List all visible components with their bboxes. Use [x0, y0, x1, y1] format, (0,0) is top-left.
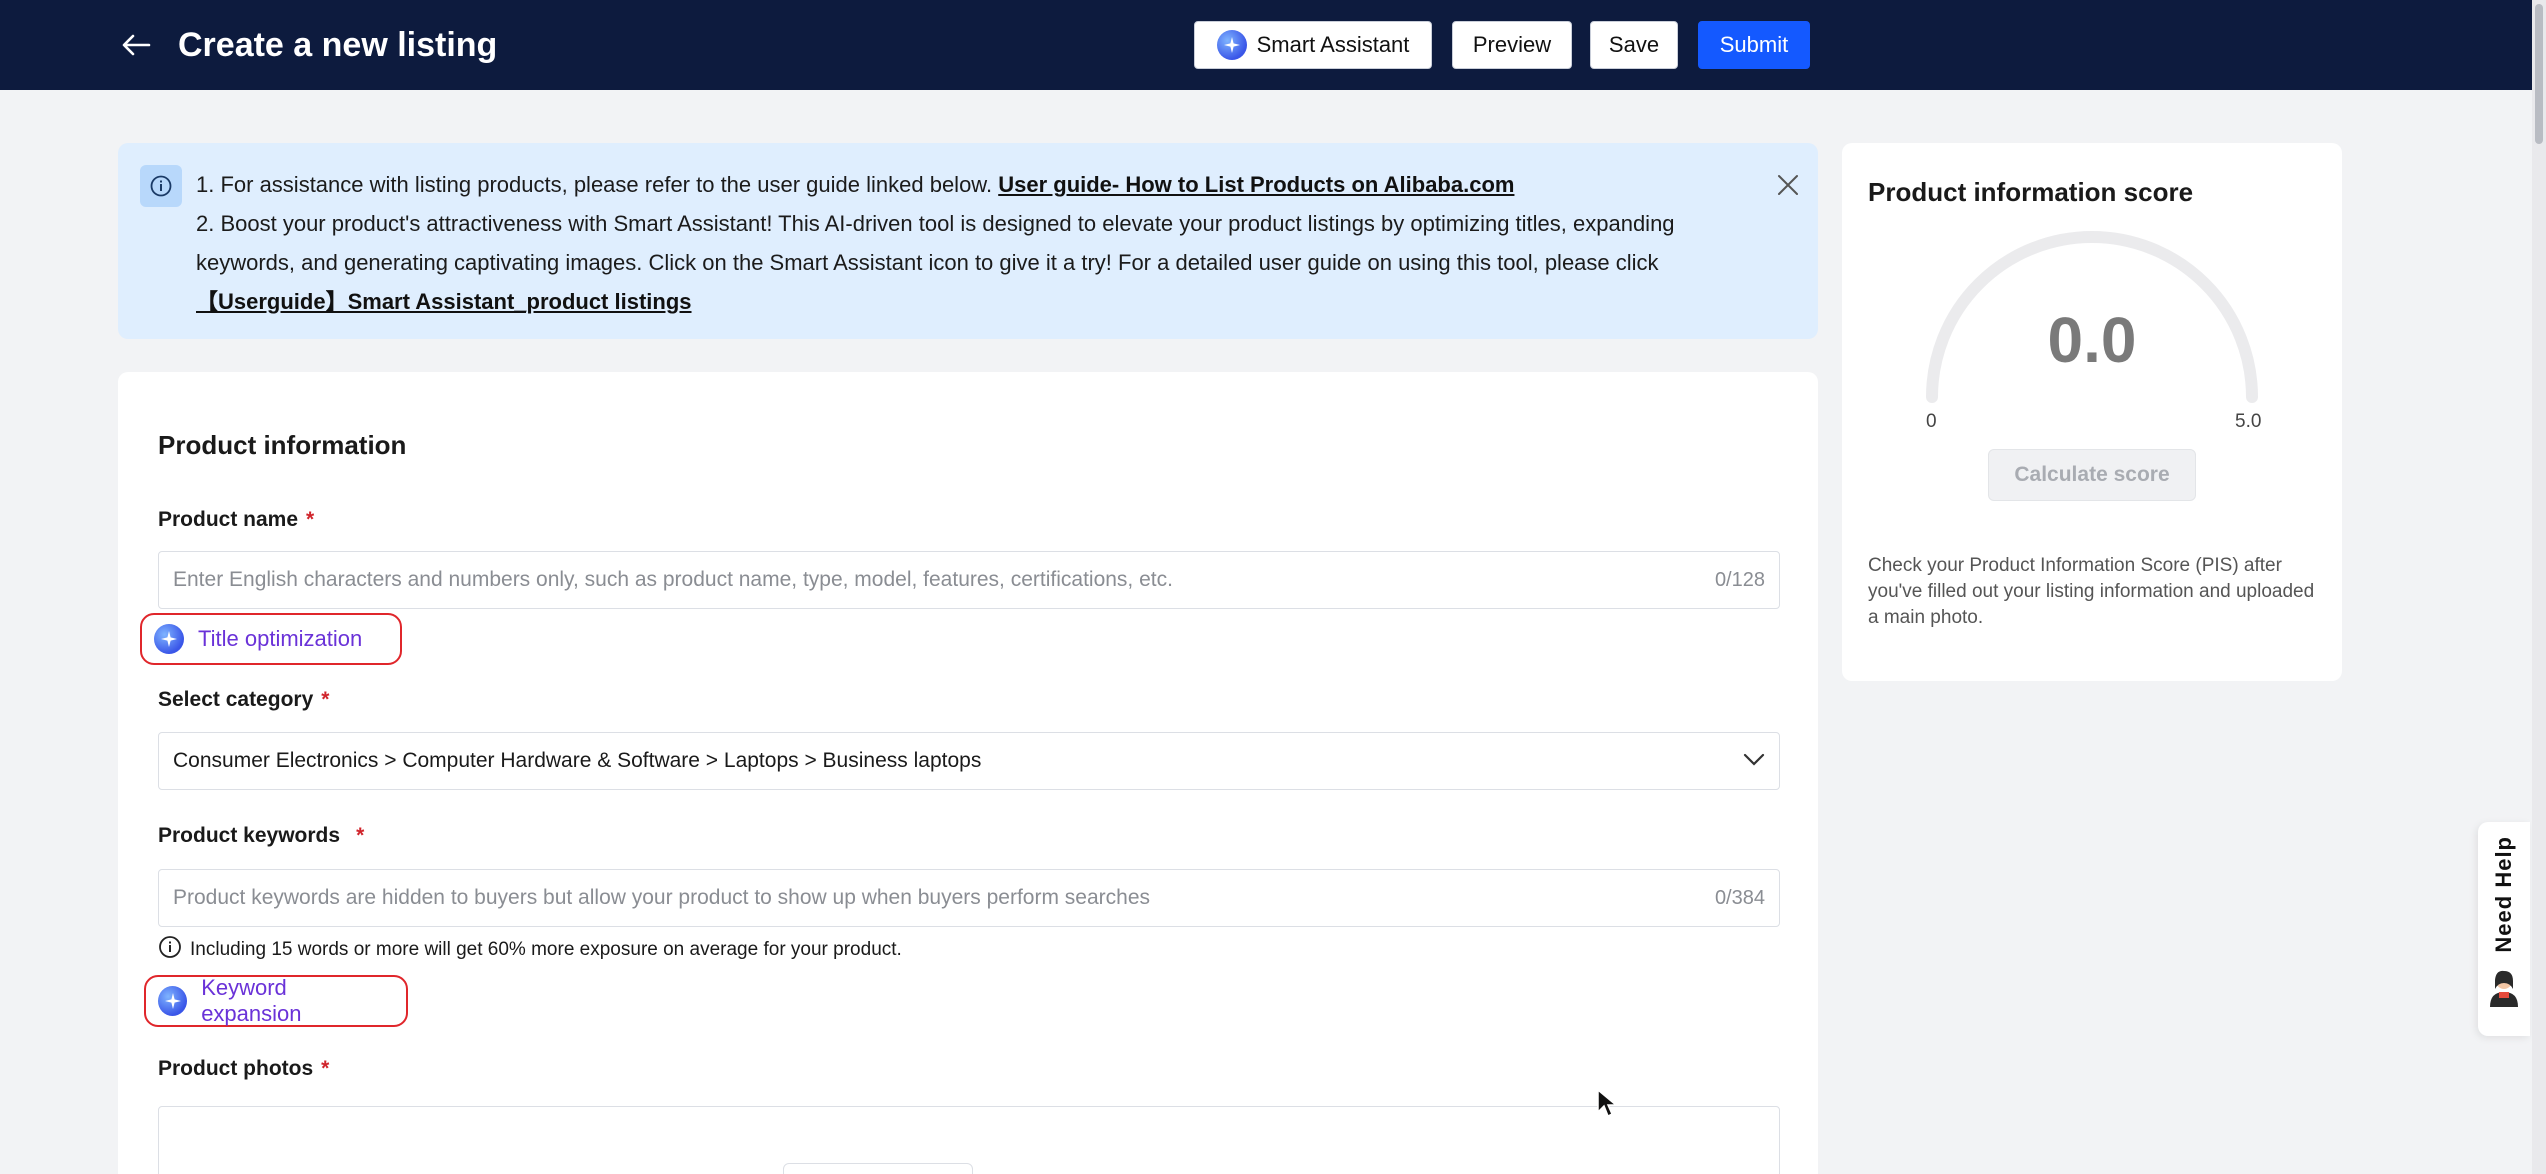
- banner-line-1: 1. For assistance with listing products,…: [196, 172, 999, 197]
- photos-label: Product photos *: [158, 1057, 329, 1081]
- smart-assistant-label: Smart Assistant: [1256, 32, 1410, 57]
- close-icon[interactable]: [1770, 167, 1806, 203]
- product-name-label: Product name *: [158, 508, 314, 532]
- score-title: Product information score: [1868, 177, 2194, 207]
- required-mark: *: [321, 688, 330, 711]
- top-bar: Create a new listing Smart Assistant Pre…: [0, 0, 2546, 90]
- info-icon: [140, 165, 182, 207]
- info-banner: 1. For assistance with listing products,…: [118, 143, 1818, 339]
- scrollbar-thumb[interactable]: [2535, 4, 2543, 144]
- photos-label-text: Product photos: [158, 1057, 314, 1080]
- page-title: Create a new listing: [178, 26, 498, 64]
- required-mark: *: [356, 824, 365, 847]
- product-name-counter: 0/128: [1714, 568, 1765, 591]
- photo-upload-area[interactable]: [158, 1106, 1780, 1174]
- gauge-max-label: 5.0: [2235, 411, 2262, 432]
- need-help-tab[interactable]: Need Help: [2478, 822, 2530, 1036]
- banner-line-2: 2. Boost your product's attractiveness w…: [196, 211, 1675, 275]
- product-name-label-text: Product name: [158, 508, 299, 531]
- smart-assistant-guide-link[interactable]: 【Userguide】Smart Assistant_product listi…: [196, 289, 692, 314]
- sparkle-icon: [1216, 30, 1247, 60]
- keyword-expansion-button[interactable]: Keyword expansion: [144, 975, 408, 1027]
- product-name-placeholder: Enter English characters and numbers onl…: [173, 568, 1173, 591]
- category-label: Select category *: [158, 688, 329, 712]
- keywords-counter: 0/384: [1714, 886, 1765, 909]
- back-arrow-icon[interactable]: [118, 27, 154, 63]
- keywords-placeholder: Product keywords are hidden to buyers bu…: [173, 886, 1151, 909]
- scrollbar[interactable]: [2532, 0, 2546, 1174]
- score-value: 0.0: [2047, 304, 2137, 376]
- smart-assistant-button[interactable]: Smart Assistant: [1194, 21, 1432, 69]
- category-value: Consumer Electronics > Computer Hardware…: [173, 749, 982, 772]
- keywords-hint-text: Including 15 words or more will get 60% …: [190, 939, 902, 960]
- score-description: Check your Product Information Score (PI…: [1868, 555, 2315, 628]
- required-mark: *: [321, 1057, 330, 1080]
- chevron-down-icon: [1743, 749, 1765, 773]
- banner-text: 1. For assistance with listing products,…: [196, 165, 1756, 321]
- sparkle-icon: [158, 986, 188, 1016]
- sparkle-icon: [154, 624, 184, 654]
- calculate-score-button[interactable]: Calculate score: [1988, 449, 2196, 501]
- product-info-card: Product information Product name * Enter …: [118, 372, 1818, 1174]
- mouse-cursor-icon: [1596, 1088, 1619, 1123]
- gauge-min-label: 0: [1926, 411, 1937, 432]
- submit-button[interactable]: Submit: [1698, 21, 1810, 69]
- keyword-expansion-label: Keyword expansion: [201, 975, 302, 1026]
- support-agent-icon: [2484, 967, 2524, 1012]
- title-optimization-label: Title optimization: [198, 626, 363, 651]
- keywords-label: Product keywords *: [158, 824, 364, 848]
- info-icon: [158, 935, 182, 965]
- category-label-text: Select category: [158, 688, 314, 711]
- category-select[interactable]: Consumer Electronics > Computer Hardware…: [158, 732, 1780, 790]
- keywords-input[interactable]: Product keywords are hidden to buyers bu…: [158, 869, 1780, 927]
- need-help-label: Need Help: [2491, 836, 2516, 953]
- title-optimization-button[interactable]: Title optimization: [140, 613, 402, 665]
- section-title: Product information: [158, 430, 407, 460]
- score-card: Product information score 0.0 0 5.0 Calc…: [1842, 143, 2342, 681]
- save-button[interactable]: Save: [1590, 21, 1678, 69]
- product-name-input[interactable]: Enter English characters and numbers onl…: [158, 551, 1780, 609]
- required-mark: *: [306, 508, 315, 531]
- preview-button[interactable]: Preview: [1452, 21, 1572, 69]
- keywords-label-text: Product keywords: [158, 824, 341, 847]
- user-guide-link[interactable]: User guide- How to List Products on Alib…: [998, 172, 1514, 197]
- keywords-hint: Including 15 words or more will get 60% …: [158, 935, 902, 965]
- upload-button[interactable]: [783, 1163, 973, 1174]
